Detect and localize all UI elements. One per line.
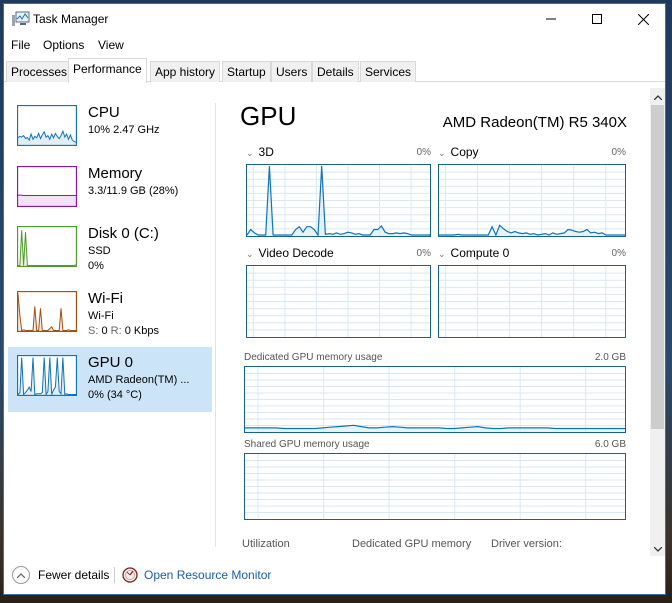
disk-type-text: SSD (88, 245, 111, 257)
shared-memory-label: Shared GPU memory usage (244, 439, 370, 450)
resource-sidebar: CPU 10% 2.47 GHz Memory 3.3/11.9 GB (28%… (4, 83, 216, 556)
fewer-details-label: Fewer details (38, 568, 110, 582)
scroll-down-button[interactable] (650, 540, 665, 556)
disk-thumbnail-graph (17, 226, 77, 267)
shared-memory-graph (244, 453, 626, 520)
memory-thumbnail-graph (17, 166, 77, 207)
menu-file[interactable]: File (11, 38, 30, 52)
window-title: Task Manager (33, 12, 109, 26)
engine-video-decode-graph (246, 265, 431, 338)
shared-memory-max: 6.0 GB (594, 439, 626, 450)
dedicated-memory-stat-label: Dedicated GPU memory (352, 538, 472, 550)
minimize-button[interactable] (528, 4, 574, 34)
sidebar-item-wifi[interactable]: Wi-Fi Wi-Fi S: 0 R: 0 Kbps (8, 283, 212, 348)
sparkline-frame (17, 355, 77, 396)
tab-processes[interactable]: Processes (6, 61, 73, 82)
wifi-adapter-text: Wi-Fi (88, 310, 114, 322)
engine-3d-percent: 0% (416, 147, 431, 158)
sidebar-item-cpu[interactable]: CPU 10% 2.47 GHz (8, 97, 212, 162)
task-manager-app-icon (12, 11, 30, 27)
chevron-down-icon: ⌄ (246, 249, 254, 259)
tab-bar: Processes Performance App history Startu… (4, 58, 665, 83)
sidebar-item-gpu[interactable]: GPU 0 AMD Radeon(TM) ... 0% (34 °C) (8, 347, 212, 412)
engine-copy-graph (438, 164, 626, 237)
sidebar-item-title: Memory (88, 165, 143, 182)
engine-compute-selector[interactable]: ⌄ Compute 0 (438, 246, 509, 260)
tab-details[interactable]: Details (312, 61, 359, 82)
title-bar: Task Manager (4, 4, 665, 34)
menu-options[interactable]: Options (43, 38, 84, 52)
chevron-down-icon (653, 539, 662, 557)
gpu-usage-text: 0% (34 °C) (88, 389, 142, 401)
chevron-up-icon (653, 87, 662, 105)
sidebar-divider (215, 103, 216, 547)
chevron-down-icon: ⌄ (246, 148, 254, 158)
performance-content: CPU 10% 2.47 GHz Memory 3.3/11.9 GB (28%… (4, 83, 665, 556)
sidebar-item-title: Disk 0 (C:) (88, 225, 159, 242)
dedicated-memory-graph (244, 366, 626, 433)
chart-line (439, 224, 625, 236)
open-resource-monitor-link[interactable]: Open Resource Monitor (122, 565, 271, 585)
sidebar-item-title: GPU 0 (88, 354, 134, 371)
menu-view[interactable]: View (98, 38, 124, 52)
sparkline-frame (17, 291, 77, 332)
sidebar-item-memory[interactable]: Memory 3.3/11.9 GB (28%) (8, 158, 212, 223)
sidebar-item-title: CPU (88, 104, 120, 121)
close-icon (637, 13, 649, 25)
cpu-thumbnail-graph (17, 105, 77, 146)
menu-bar: File Options View (4, 35, 665, 55)
footer-divider (114, 567, 115, 583)
fewer-details-button[interactable]: Fewer details (12, 565, 109, 585)
wifi-throughput-text: S: 0 R: 0 Kbps (88, 325, 159, 337)
vertical-scrollbar[interactable] (650, 88, 665, 556)
engine-video-decode-selector[interactable]: ⌄ Video Decode (246, 246, 334, 260)
maximize-icon (592, 14, 602, 24)
task-manager-window: Task Manager File Options View Processes… (3, 3, 666, 595)
utilization-label: Utilization (242, 538, 290, 550)
minimize-icon (546, 14, 556, 24)
chevron-down-icon: ⌄ (438, 148, 446, 158)
memory-usage-text: 3.3/11.9 GB (28%) (88, 185, 179, 197)
gpu-detail-panel: GPU AMD Radeon(TM) R5 340X ⌄ 3D 0% ⌄ Copy … (229, 83, 649, 556)
chevron-up-circle-icon (12, 566, 30, 584)
open-resource-monitor-label: Open Resource Monitor (144, 568, 272, 582)
tab-users[interactable]: Users (271, 61, 313, 82)
sidebar-item-disk[interactable]: Disk 0 (C:) SSD 0% (8, 218, 212, 283)
sparkline-area (18, 195, 76, 206)
gpu-device-text: AMD Radeon(TM) ... (88, 374, 190, 386)
scrollbar-thumb[interactable] (651, 105, 664, 429)
chevron-down-icon: ⌄ (438, 249, 446, 259)
page-title: GPU (240, 101, 297, 131)
tab-app-history[interactable]: App history (150, 61, 221, 82)
dedicated-memory-label: Dedicated GPU memory usage (244, 352, 383, 363)
engine-compute-graph (438, 265, 626, 338)
maximize-button[interactable] (574, 4, 620, 34)
disk-usage-text: 0% (88, 260, 104, 272)
engine-3d-graph (246, 164, 431, 237)
gpu-thumbnail-graph (17, 355, 77, 396)
tab-services[interactable]: Services (360, 61, 417, 82)
gpu-device-name: AMD Radeon(TM) R5 340X (442, 114, 627, 131)
footer-bar: Fewer details Open Resource Monitor (4, 557, 665, 595)
engine-3d-selector[interactable]: ⌄ 3D (246, 145, 274, 159)
engine-video-decode-percent: 0% (416, 248, 431, 259)
scroll-up-button[interactable] (650, 88, 665, 104)
resource-monitor-icon (122, 567, 138, 583)
cpu-usage-text: 10% 2.47 GHz (88, 124, 160, 136)
close-button[interactable] (620, 4, 666, 34)
engine-compute-percent: 0% (611, 248, 626, 259)
engine-copy-selector[interactable]: ⌄ Copy (438, 145, 479, 159)
tab-performance[interactable]: Performance (68, 58, 147, 83)
driver-version-label: Driver version: (491, 538, 562, 550)
wifi-thumbnail-graph (17, 291, 77, 332)
sidebar-item-title: Wi-Fi (88, 290, 123, 307)
engine-copy-percent: 0% (611, 147, 626, 158)
dedicated-memory-max: 2.0 GB (594, 352, 626, 363)
tab-startup[interactable]: Startup (222, 61, 271, 82)
